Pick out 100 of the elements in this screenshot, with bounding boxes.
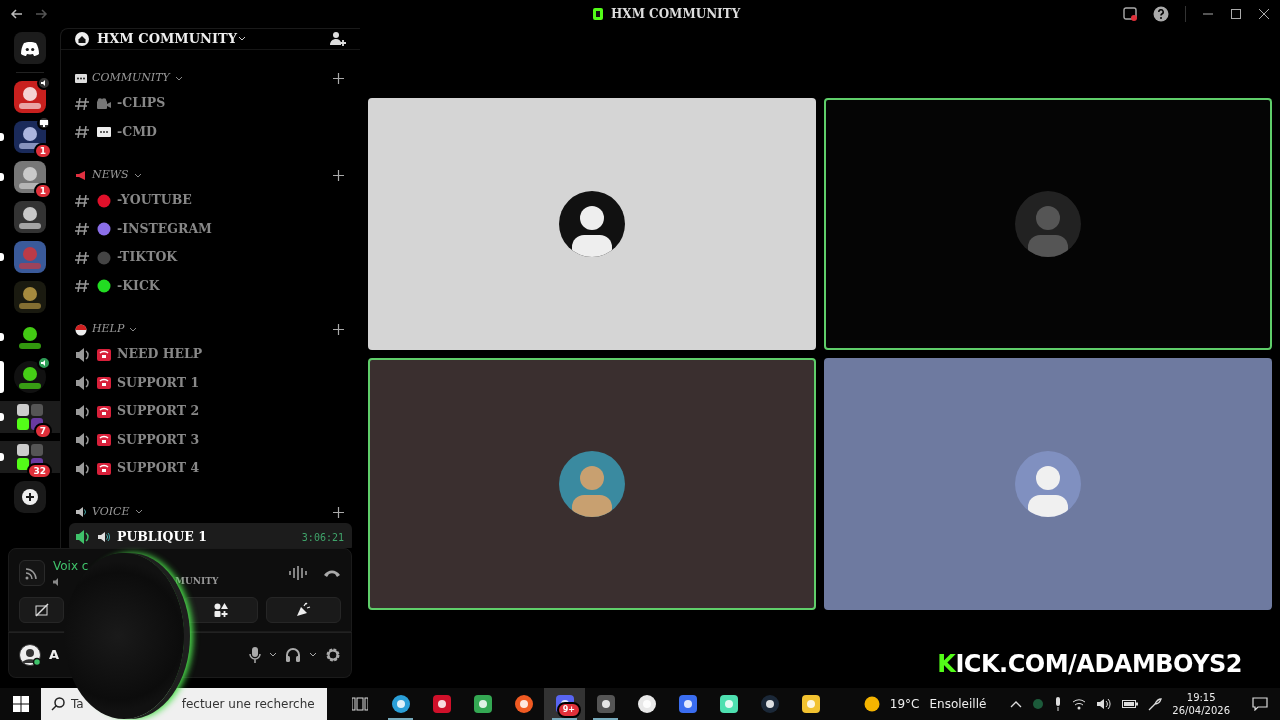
- phone-icon: [97, 405, 111, 418]
- channel-item[interactable]: -CMD: [75, 118, 352, 147]
- user-avatar[interactable]: [19, 643, 41, 666]
- username: A: [49, 645, 60, 664]
- indicator-pill: [0, 453, 4, 461]
- speaker-icon: [75, 346, 91, 363]
- channel-item[interactable]: -TIKTOK: [75, 243, 352, 272]
- channel-item[interactable]: SUPPORT 3: [75, 426, 352, 455]
- speaker-icon: [75, 506, 87, 518]
- shapes-icon: [213, 602, 228, 617]
- inbox-icon[interactable]: [1123, 7, 1137, 21]
- chevron-icon[interactable]: [174, 75, 183, 82]
- sound-wave-icon[interactable]: [289, 564, 307, 581]
- back-icon[interactable]: [10, 7, 24, 21]
- channel-item[interactable]: -INSTEGRAM: [75, 215, 352, 244]
- channel-item[interactable]: -YOUTUBE: [75, 186, 352, 215]
- chevron-icon[interactable]: [309, 651, 317, 658]
- connection-button[interactable]: [19, 559, 45, 586]
- server-icon: [75, 31, 89, 46]
- category-name[interactable]: VOICE: [92, 503, 130, 521]
- maximize-icon[interactable]: [1230, 8, 1242, 20]
- help-icon[interactable]: [1153, 6, 1169, 22]
- temperature: 19°C: [889, 696, 920, 713]
- screen-icon: [40, 119, 48, 127]
- chevron-icon[interactable]: [133, 172, 142, 179]
- video-tile[interactable]: [368, 358, 816, 610]
- hashtag-icon: [75, 95, 91, 112]
- indicator-pill: [0, 333, 4, 341]
- indicator-pill: [0, 253, 4, 261]
- indicator-pill: [0, 361, 4, 393]
- indicator-pill: [0, 133, 4, 141]
- category-name[interactable]: NEWS: [92, 167, 129, 184]
- channel-item[interactable]: -CLIPS: [75, 89, 352, 118]
- speaker-icon: [75, 403, 91, 420]
- soundboard-button[interactable]: [266, 596, 341, 623]
- taskbar-app[interactable]: 9+: [544, 688, 585, 720]
- speaker-icon: [75, 460, 91, 477]
- video-tile[interactable]: [824, 358, 1272, 610]
- headset-icon[interactable]: [285, 646, 301, 663]
- window-title: HXM COMMUNITY: [611, 6, 741, 23]
- chevron-icon[interactable]: [269, 651, 277, 658]
- battery-icon[interactable]: [1122, 699, 1139, 709]
- clock-time[interactable]: 19:15: [1172, 691, 1230, 704]
- hashtag-icon: [75, 249, 91, 266]
- camera-off-icon: [34, 602, 49, 617]
- volume-icon[interactable]: [1096, 698, 1113, 710]
- forward-icon[interactable]: [34, 7, 48, 21]
- plus-icon[interactable]: [333, 170, 344, 181]
- category-name[interactable]: COMMUNITY: [92, 70, 170, 87]
- phone-icon: [97, 434, 111, 447]
- channel-item[interactable]: SUPPORT 2: [75, 397, 352, 426]
- controller-icon: [20, 40, 40, 56]
- server-name[interactable]: HXM COMMUNITY: [97, 29, 237, 49]
- settings-icon[interactable]: [325, 646, 341, 663]
- speaker-icon: [75, 432, 91, 449]
- channel-item[interactable]: SUPPORT 1: [75, 369, 352, 398]
- plus-icon[interactable]: [333, 506, 344, 518]
- windows-icon: [12, 696, 29, 712]
- search-icon: [51, 697, 65, 711]
- microphone-icon[interactable]: [1054, 697, 1063, 711]
- chevron-icon[interactable]: [237, 34, 247, 43]
- activities-button[interactable]: [183, 596, 258, 623]
- close-icon[interactable]: [1258, 8, 1270, 20]
- video-tile[interactable]: [824, 98, 1272, 350]
- stream-overlay-text: KICK.COM/ADAMBOYS2: [937, 649, 1242, 680]
- task-view-icon: [351, 697, 368, 711]
- channel-item[interactable]: PUBLIQUE 1 3:06:21: [69, 523, 352, 548]
- call-timer: 3:06:21: [301, 530, 344, 545]
- voice-status: Voix c: [53, 558, 90, 575]
- sun-icon[interactable]: [863, 696, 880, 712]
- add-member-icon[interactable]: [330, 30, 346, 47]
- video-tile[interactable]: [368, 98, 816, 350]
- notification-icon[interactable]: [1252, 697, 1268, 711]
- plus-icon[interactable]: [333, 73, 344, 84]
- speaker-icon: [40, 79, 48, 87]
- server-logo-icon: [593, 8, 603, 20]
- wifi-icon[interactable]: [1072, 698, 1087, 710]
- chevron-icon[interactable]: [129, 326, 138, 333]
- megaphone-icon: [75, 169, 87, 182]
- speaker-icon: [75, 375, 91, 392]
- notification-badge: 1: [33, 183, 52, 199]
- video-camera-icon: [97, 97, 111, 110]
- chevron-up-icon[interactable]: [1010, 700, 1023, 708]
- channel-item[interactable]: -KICK: [75, 272, 352, 301]
- category-name[interactable]: HELP: [92, 321, 125, 338]
- camera-button[interactable]: [19, 596, 64, 623]
- clock-date[interactable]: 26/04/2026: [1172, 704, 1230, 717]
- notification-badge: 1: [33, 143, 52, 159]
- weather-text: Ensoleillé: [929, 696, 987, 713]
- channel-item[interactable]: NEED HELP: [75, 340, 352, 369]
- pen-icon[interactable]: [1148, 697, 1163, 711]
- plus-icon[interactable]: [333, 324, 344, 335]
- hashtag-icon: [75, 221, 91, 238]
- speaker-icon: [97, 531, 111, 544]
- chevron-icon[interactable]: [134, 509, 143, 515]
- channel-item[interactable]: SUPPORT 4: [75, 454, 352, 483]
- indicator-pill: [0, 413, 4, 421]
- speaker-icon: [75, 529, 91, 546]
- microphone-icon[interactable]: [249, 646, 261, 663]
- speaker-icon: [40, 359, 48, 367]
